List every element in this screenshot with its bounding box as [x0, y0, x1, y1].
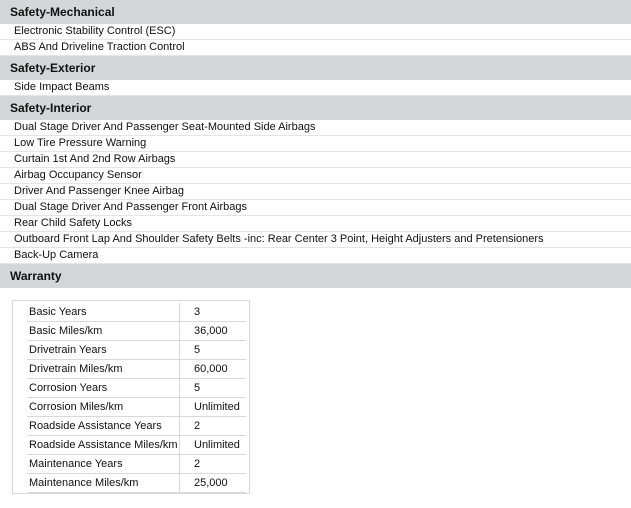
warranty-label: Roadside Assistance Years: [27, 416, 180, 436]
warranty-value: 5: [179, 378, 246, 398]
page: Safety-Mechanical Electronic Stability C…: [0, 0, 631, 508]
warranty-value: 2: [179, 454, 246, 474]
warranty-value: Unlimited: [179, 435, 246, 455]
feature-list-safety-exterior: Side Impact Beams: [0, 80, 631, 96]
table-row: Roadside Assistance Years 2: [27, 416, 246, 436]
feature-item: Back-Up Camera: [0, 248, 631, 264]
warranty-label: Basic Miles/km: [27, 321, 180, 341]
warranty-table-container: Basic Years 3 Basic Miles/km 36,000 Driv…: [12, 300, 250, 494]
feature-item: Electronic Stability Control (ESC): [0, 24, 631, 40]
section-header-safety-interior: Safety-Interior: [0, 96, 631, 120]
table-row: Corrosion Miles/km Unlimited: [27, 397, 246, 417]
warranty-label: Basic Years: [27, 303, 180, 322]
feature-list-safety-interior: Dual Stage Driver And Passenger Seat-Mou…: [0, 120, 631, 264]
table-row: Basic Miles/km 36,000: [27, 321, 246, 341]
section-header-safety-exterior: Safety-Exterior: [0, 56, 631, 80]
feature-item: ABS And Driveline Traction Control: [0, 40, 631, 56]
table-row: Maintenance Miles/km 25,000: [27, 473, 246, 493]
warranty-value: 3: [179, 303, 246, 322]
warranty-table: Basic Years 3 Basic Miles/km 36,000 Driv…: [27, 303, 246, 493]
feature-list-safety-mechanical: Electronic Stability Control (ESC) ABS A…: [0, 24, 631, 56]
feature-item: Airbag Occupancy Sensor: [0, 168, 631, 184]
table-row: Maintenance Years 2: [27, 454, 246, 474]
section-header-safety-mechanical: Safety-Mechanical: [0, 0, 631, 24]
warranty-value: 5: [179, 340, 246, 360]
warranty-label: Drivetrain Years: [27, 340, 180, 360]
feature-item: Driver And Passenger Knee Airbag: [0, 184, 631, 200]
feature-item: Outboard Front Lap And Shoulder Safety B…: [0, 232, 631, 248]
table-row: Drivetrain Miles/km 60,000: [27, 359, 246, 379]
table-row: Drivetrain Years 5: [27, 340, 246, 360]
warranty-label: Corrosion Years: [27, 378, 180, 398]
feature-item: Rear Child Safety Locks: [0, 216, 631, 232]
feature-item: Dual Stage Driver And Passenger Seat-Mou…: [0, 120, 631, 136]
feature-item: Low Tire Pressure Warning: [0, 136, 631, 152]
warranty-value: 60,000: [179, 359, 246, 379]
warranty-label: Maintenance Miles/km: [27, 473, 180, 493]
section-header-warranty: Warranty: [0, 264, 631, 288]
table-row: Roadside Assistance Miles/km Unlimited: [27, 435, 246, 455]
feature-item: Dual Stage Driver And Passenger Front Ai…: [0, 200, 631, 216]
table-row: Corrosion Years 5: [27, 378, 246, 398]
warranty-label: Maintenance Years: [27, 454, 180, 474]
warranty-label: Corrosion Miles/km: [27, 397, 180, 417]
warranty-value: 36,000: [179, 321, 246, 341]
feature-item: Curtain 1st And 2nd Row Airbags: [0, 152, 631, 168]
warranty-value: 25,000: [179, 473, 246, 493]
feature-item: Side Impact Beams: [0, 80, 631, 96]
table-row: Basic Years 3: [27, 303, 246, 322]
warranty-value: 2: [179, 416, 246, 436]
warranty-value: Unlimited: [179, 397, 246, 417]
warranty-label: Roadside Assistance Miles/km: [27, 435, 180, 455]
warranty-label: Drivetrain Miles/km: [27, 359, 180, 379]
